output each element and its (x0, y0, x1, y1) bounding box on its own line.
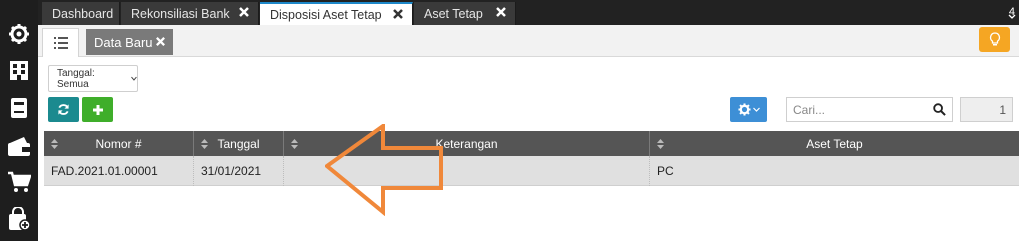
cell-aset-tetap: PC (657, 164, 674, 178)
app-window: Dashboard Rekonsiliasi Bank Disposisi As… (0, 0, 1019, 241)
cell-tanggal: 31/01/2021 (194, 156, 284, 186)
tab-label: Data Baru (94, 34, 153, 50)
chevron-down-icon (752, 107, 760, 112)
search-icon[interactable] (933, 103, 946, 116)
column-label: Tanggal (217, 136, 260, 151)
cell-keterangan (284, 156, 650, 186)
table-row[interactable]: FAD.2021.01.00001 31/01/2021 PC (44, 156, 1019, 186)
column-label: Keterangan (435, 136, 498, 151)
tab-disposisi-aset-tetap[interactable]: Disposisi Aset Tetap (260, 2, 413, 25)
tab-bar: Dashboard Rekonsiliasi Bank Disposisi As… (38, 0, 1019, 25)
hint-button[interactable] (979, 27, 1010, 52)
close-icon[interactable] (155, 36, 166, 47)
column-header-keterangan[interactable]: Keterangan (284, 131, 650, 156)
refresh-button[interactable] (48, 97, 79, 122)
cell-nomor: FAD.2021.01.00001 (44, 156, 194, 186)
subtab-bar: Data Baru (38, 25, 1019, 57)
plus-icon (92, 104, 103, 115)
wallet-icon[interactable] (7, 134, 31, 158)
tab-dashboard[interactable]: Dashboard (42, 2, 120, 25)
page-number-field[interactable]: 1 (960, 97, 1013, 122)
tab-label: Aset Tetap (424, 6, 483, 21)
list-view-tab[interactable] (42, 28, 79, 57)
add-button[interactable] (82, 97, 113, 122)
shopping-bag-icon[interactable] (7, 207, 31, 231)
column-label: Nomor # (95, 136, 142, 151)
sort-icon (291, 139, 298, 149)
column-label: Aset Tetap (806, 136, 863, 151)
list-icon (53, 37, 68, 49)
column-header-tanggal[interactable]: Tanggal (194, 131, 284, 156)
close-icon[interactable] (238, 6, 250, 18)
tab-label: Rekonsiliasi Bank (131, 6, 230, 21)
column-header-aset-tetap[interactable]: Aset Tetap (650, 131, 1019, 156)
ledger-icon[interactable] (7, 96, 31, 120)
sort-icon (201, 139, 208, 149)
gear-icon (737, 103, 751, 116)
data-table: Nomor # Tanggal Keterangan Aset Tetap FA… (44, 131, 1019, 186)
tab-label: Disposisi Aset Tetap (270, 7, 382, 22)
settings-button[interactable] (730, 97, 767, 122)
chevron-down-icon (131, 76, 137, 81)
tab-data-baru[interactable]: Data Baru (86, 29, 173, 55)
tab-aset-tetap[interactable]: Aset Tetap (414, 2, 516, 25)
building-icon[interactable] (7, 58, 31, 82)
lightbulb-icon (989, 32, 1000, 46)
close-icon[interactable] (392, 8, 404, 20)
date-filter-label: Tanggal: Semua (57, 67, 95, 90)
search-field[interactable] (786, 97, 953, 122)
tab-rekonsiliasi-bank[interactable]: Rekonsiliasi Bank (121, 2, 259, 25)
tab-label: Dashboard (52, 6, 114, 21)
settings-icon[interactable] (7, 22, 31, 46)
sort-icon (51, 139, 58, 149)
date-filter-dropdown[interactable]: Tanggal: Semua (48, 65, 138, 92)
table-header: Nomor # Tanggal Keterangan Aset Tetap (44, 131, 1019, 156)
close-icon[interactable] (495, 6, 507, 18)
column-header-nomor[interactable]: Nomor # (44, 131, 194, 156)
sort-icon (657, 139, 664, 149)
refresh-icon (58, 104, 69, 115)
sidebar (0, 0, 38, 241)
search-input[interactable] (793, 101, 931, 119)
chevron-down-icon[interactable] (1008, 14, 1016, 20)
cart-icon[interactable] (7, 170, 31, 194)
